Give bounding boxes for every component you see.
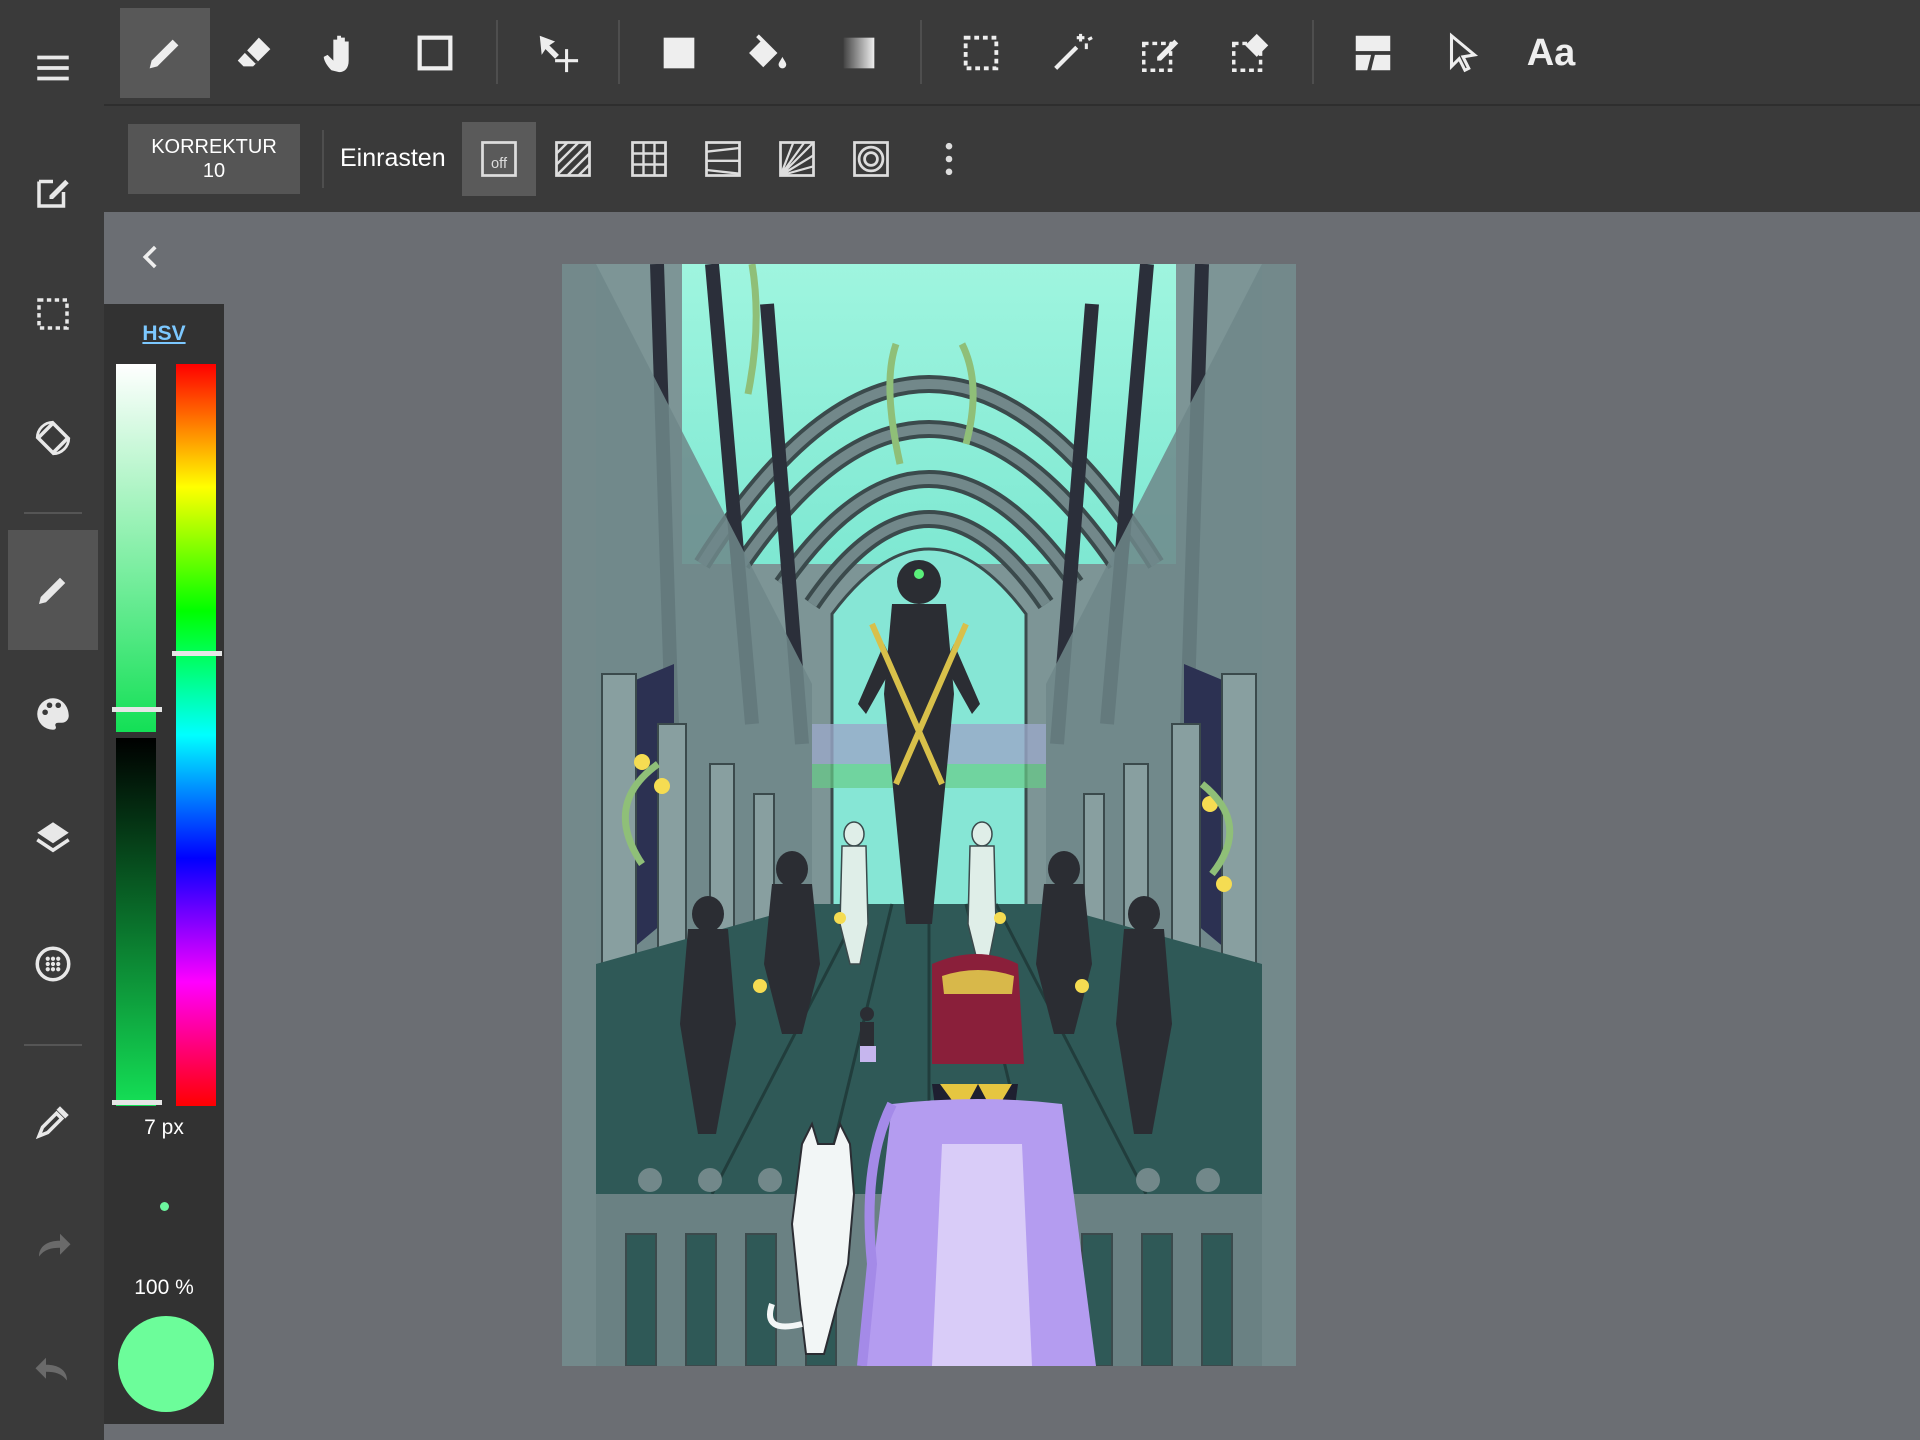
menu-icon[interactable] [8,8,98,128]
panel-divide-icon[interactable] [1328,8,1418,98]
main-toolbar: Aa [104,0,1920,106]
move-transform-icon[interactable] [512,8,602,98]
hue-bar[interactable] [172,364,222,1106]
hsv-tab[interactable]: HSV [104,322,224,346]
current-color-swatch[interactable] [118,1316,214,1412]
snap-grid-icon[interactable] [612,122,686,196]
snap-perspective-lines-icon[interactable] [686,122,760,196]
more-options-icon[interactable] [912,122,986,196]
correction-value: 10 [202,160,226,182]
opacity-label: 100 % [134,1276,194,1299]
eyedropper-icon[interactable] [8,1062,98,1182]
snap-off-label: off [491,156,508,172]
gradient-tool-icon[interactable] [814,8,904,98]
hue-marker[interactable] [172,651,222,657]
palette-icon[interactable] [8,654,98,774]
selection-icon[interactable] [8,254,98,374]
brush-size-preview [160,1202,169,1211]
snap-parallel-icon[interactable] [536,122,610,196]
text-tool-icon[interactable]: Aa [1506,8,1596,98]
fill-rect-icon[interactable] [634,8,724,98]
pen-tool-icon[interactable] [120,8,210,98]
materials-icon[interactable] [8,904,98,1024]
edit-canvas-icon[interactable] [8,132,98,252]
pencil-icon[interactable] [8,530,98,650]
value-marker[interactable] [112,1100,162,1105]
snap-label: Einrasten [340,144,446,172]
undo-icon[interactable] [8,1310,98,1430]
eraser-tool-icon[interactable] [210,8,300,98]
pointer-tool-icon[interactable] [1418,8,1508,98]
saturation-value-bar[interactable] [112,364,162,1106]
color-panel: HSV 7 px 100 % [104,304,224,1424]
layers-icon[interactable] [8,778,98,898]
redo-icon[interactable] [8,1186,98,1306]
select-pen-icon[interactable] [1116,8,1206,98]
snap-circle-icon[interactable] [834,122,908,196]
rectangle-tool-icon[interactable] [390,8,480,98]
saturation-gradient[interactable] [116,364,156,732]
tool-options-bar: KORREKTUR 10 Einrasten off [104,106,1920,212]
rotate-canvas-icon[interactable] [8,378,98,498]
saturation-marker[interactable] [112,706,162,712]
artwork [562,264,1296,1366]
select-rect-icon[interactable] [936,8,1026,98]
hand-tool-icon[interactable] [296,8,386,98]
text-tool-label: Aa [1526,31,1576,74]
drawing-canvas[interactable] [562,264,1296,1366]
snap-radial-icon[interactable] [760,122,834,196]
brush-size-label: 7 px [144,1116,184,1139]
select-eraser-icon[interactable] [1206,8,1296,98]
correction-label: KORREKTUR [151,136,277,158]
bucket-fill-icon[interactable] [724,8,814,98]
value-gradient[interactable] [116,738,156,1106]
snap-off-button[interactable]: off [462,122,536,196]
correction-button[interactable]: KORREKTUR 10 [128,124,300,194]
left-sidebar [0,0,104,1440]
magic-wand-icon[interactable] [1026,8,1116,98]
collapse-panel-icon[interactable] [134,240,168,274]
